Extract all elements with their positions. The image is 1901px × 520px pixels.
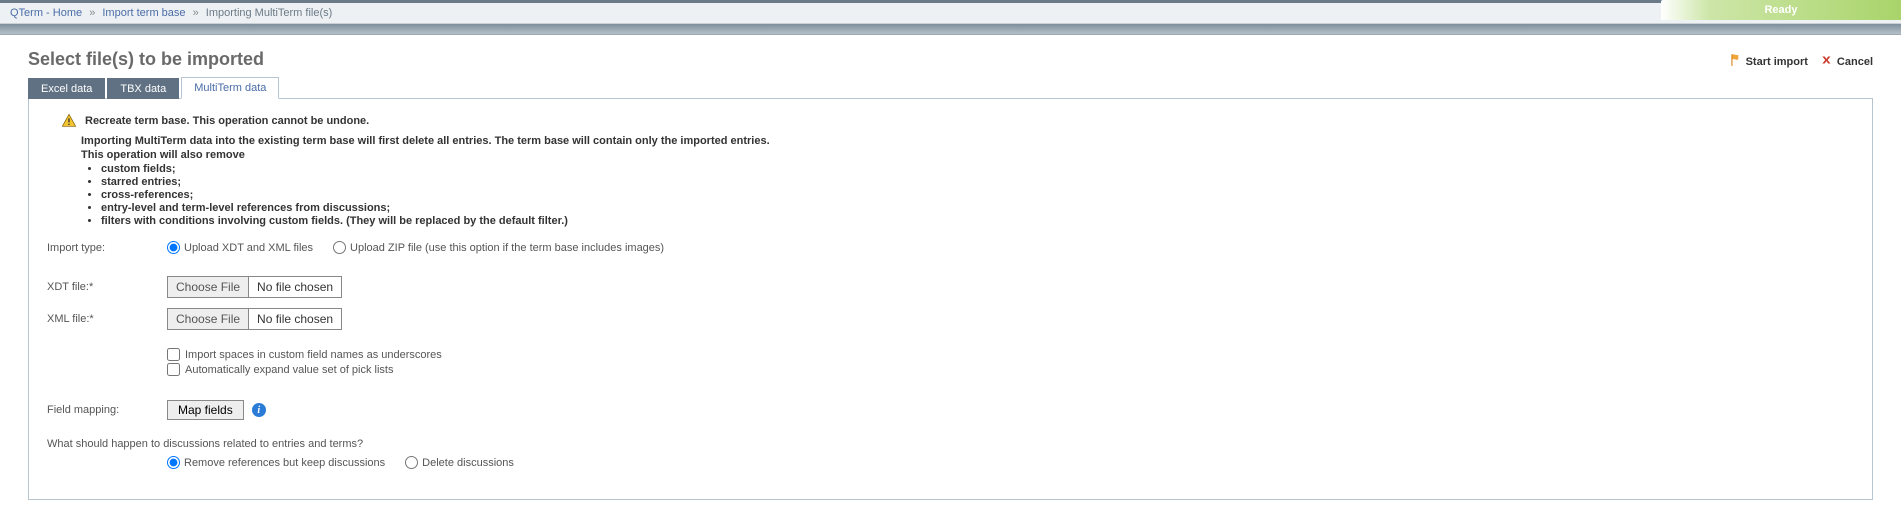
tab-row: Excel data TBX data MultiTerm data [28, 76, 1873, 98]
breadcrumb: QTerm - Home » Import term base » Import… [10, 7, 332, 19]
tab-multiterm-data[interactable]: MultiTerm data [181, 77, 279, 99]
breadcrumb-current: Importing MultiTerm file(s) [206, 7, 333, 19]
status-ready: Ready [1661, 0, 1901, 20]
radio-upload-xdt-xml-label: Upload XDT and XML files [184, 242, 313, 254]
description-list: custom fields; starred entries; cross-re… [101, 163, 1854, 227]
xdt-choose-file-button[interactable]: Choose File [168, 277, 249, 297]
description-line-2: This operation will also remove [81, 149, 1854, 161]
xdt-file-status: No file chosen [249, 277, 341, 297]
radio-upload-zip-label: Upload ZIP file (use this option if the … [350, 242, 664, 254]
main-panel: Recreate term base. This operation canno… [28, 98, 1873, 500]
radio-remove-references-input[interactable] [167, 456, 180, 469]
xdt-file-label: XDT file:* [47, 281, 167, 293]
map-fields-button[interactable]: Map fields [167, 400, 244, 420]
radio-remove-references[interactable]: Remove references but keep discussions [167, 456, 385, 469]
discussion-question: What should happen to discussions relate… [47, 438, 1854, 450]
page-title: Select file(s) to be imported [28, 49, 264, 70]
info-icon[interactable]: i [252, 403, 266, 417]
radio-upload-zip-input[interactable] [333, 241, 346, 254]
xml-choose-file-button[interactable]: Choose File [168, 309, 249, 329]
list-item: starred entries; [101, 176, 1854, 188]
xml-file-label: XML file:* [47, 313, 167, 325]
list-item: filters with conditions involving custom… [101, 215, 1854, 227]
field-mapping-label: Field mapping: [47, 404, 167, 416]
xml-file-status: No file chosen [249, 309, 341, 329]
list-item: custom fields; [101, 163, 1854, 175]
radio-remove-references-label: Remove references but keep discussions [184, 457, 385, 469]
checkbox-import-spaces-label: Import spaces in custom field names as u… [185, 349, 442, 361]
warning-title: Recreate term base. This operation canno… [85, 115, 369, 127]
xdt-file-input[interactable]: Choose File No file chosen [167, 276, 342, 298]
checkbox-import-spaces[interactable] [167, 348, 180, 361]
cancel-label: Cancel [1837, 56, 1873, 68]
breadcrumb-import-base[interactable]: Import term base [102, 7, 185, 19]
close-icon [1820, 53, 1834, 70]
tab-tbx-data[interactable]: TBX data [107, 78, 179, 99]
start-import-label: Start import [1746, 56, 1808, 68]
start-import-button[interactable]: Start import [1729, 53, 1808, 70]
list-item: cross-references; [101, 189, 1854, 201]
flag-icon [1729, 53, 1743, 70]
radio-upload-xdt-xml[interactable]: Upload XDT and XML files [167, 241, 313, 254]
checkbox-auto-expand[interactable] [167, 363, 180, 376]
radio-upload-zip[interactable]: Upload ZIP file (use this option if the … [333, 241, 664, 254]
page-actions: Start import Cancel [1729, 53, 1873, 70]
warning-icon [61, 113, 77, 129]
tab-excel-data[interactable]: Excel data [28, 78, 105, 99]
radio-upload-xdt-xml-input[interactable] [167, 241, 180, 254]
list-item: entry-level and term-level references fr… [101, 202, 1854, 214]
radio-delete-discussions-input[interactable] [405, 456, 418, 469]
breadcrumb-sep-1: » [89, 7, 95, 19]
xml-file-input[interactable]: Choose File No file chosen [167, 308, 342, 330]
header-gradient-strip [0, 24, 1901, 35]
cancel-button[interactable]: Cancel [1820, 53, 1873, 70]
breadcrumb-home[interactable]: QTerm - Home [10, 7, 82, 19]
checkbox-auto-expand-label: Automatically expand value set of pick l… [185, 364, 394, 376]
breadcrumb-sep-2: » [193, 7, 199, 19]
radio-delete-discussions-label: Delete discussions [422, 457, 514, 469]
top-bar: QTerm - Home » Import term base » Import… [0, 0, 1901, 24]
radio-delete-discussions[interactable]: Delete discussions [405, 456, 514, 469]
import-type-label: Import type: [47, 242, 167, 254]
description-line-1: Importing MultiTerm data into the existi… [81, 135, 1854, 147]
